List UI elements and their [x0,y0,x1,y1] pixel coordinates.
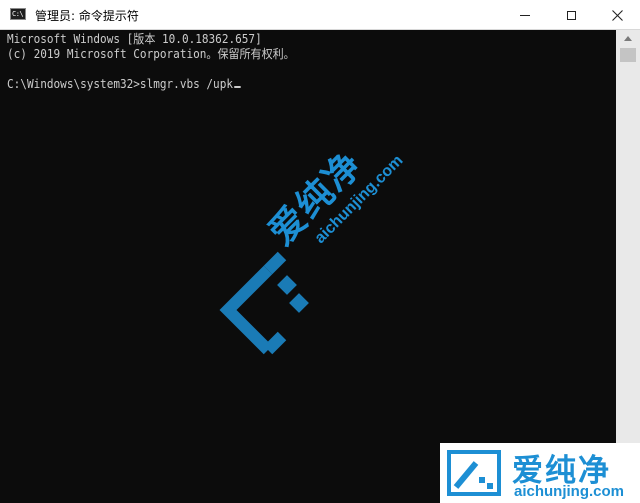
text-cursor [233,86,241,88]
command-text: C:\Windows\system32>slmgr.vbs /upk [7,77,233,91]
watermark-box: 爱纯净 aichunjing.com [440,443,640,503]
vertical-scrollbar[interactable] [616,30,640,503]
title-bar[interactable]: C:\ 管理员: 命令提示符 [0,0,640,30]
console-line-copyright: (c) 2019 Microsoft Corporation。保留所有权利。 [7,47,295,61]
watermark-box-url: aichunjing.com [514,483,625,500]
maximize-icon [566,10,576,20]
minimize-icon [520,14,530,16]
cmd-icon: C:\ [10,8,26,20]
close-button[interactable] [594,0,640,30]
scroll-up-button[interactable] [616,30,640,46]
maximize-button[interactable] [548,0,594,30]
watermark-box-logo-icon [447,450,501,496]
scroll-thumb[interactable] [620,48,636,62]
console-output[interactable]: Microsoft Windows [版本 10.0.18362.657] (c… [0,30,616,503]
console-line-command: C:\Windows\system32>slmgr.vbs /upk [7,77,241,92]
cmd-window: C:\ 管理员: 命令提示符 Microsoft Windows [版本 10.… [0,0,640,503]
close-icon [611,9,623,21]
console-line-version: Microsoft Windows [版本 10.0.18362.657] [7,32,262,46]
window-title: 管理员: 命令提示符 [35,9,139,23]
minimize-button[interactable] [502,0,548,30]
arrow-up-icon [624,35,632,41]
